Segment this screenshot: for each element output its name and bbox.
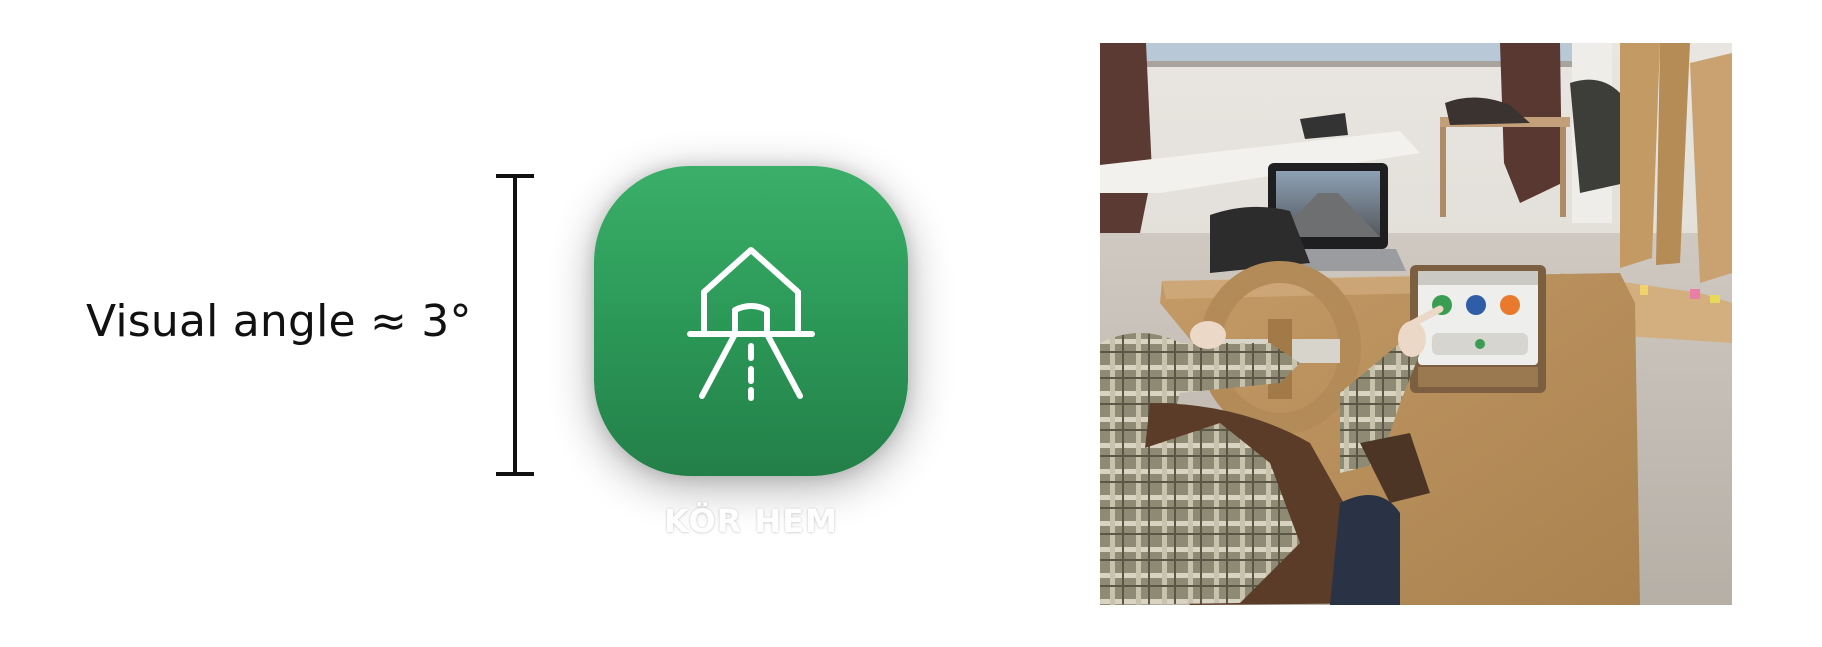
- size-bracket: [492, 172, 540, 478]
- blue-app-icon: [1466, 295, 1486, 315]
- bracket-stem: [513, 174, 517, 476]
- app-icon[interactable]: [594, 166, 908, 476]
- driving-simulator-photo: [1100, 43, 1732, 605]
- visual-angle-label: Visual angle ≈ 3°: [86, 296, 472, 347]
- house-road-icon: [687, 247, 815, 401]
- orange-radio-icon: [1500, 295, 1520, 315]
- app-name-label: KÖR HEM: [664, 502, 838, 540]
- bracket-bottom-cap: [496, 472, 534, 476]
- prototype-photo: [1100, 43, 1732, 605]
